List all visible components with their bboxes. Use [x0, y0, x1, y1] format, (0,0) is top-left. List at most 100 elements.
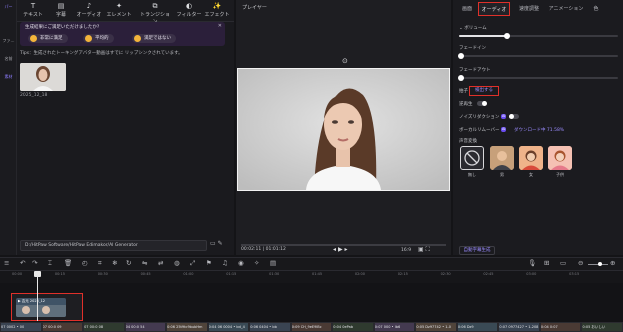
play-controls[interactable]: ◂ ▶ ▸ — [333, 246, 348, 253]
no-entry-icon — [464, 150, 480, 166]
time-display: 00:02:11 | 01:01:12 — [241, 247, 286, 252]
strip-clip[interactable]: 0:06 25t9tc9bubHm — [167, 323, 207, 331]
strip-clip[interactable]: 07 0002 • 00 — [1, 323, 41, 331]
voice-option-female[interactable] — [519, 146, 543, 170]
auto-caption-button[interactable]: 自動字幕生成 — [459, 246, 495, 255]
strip-clip[interactable]: 07 00:0 08 — [84, 323, 124, 331]
snap-icon[interactable]: ⊞ — [544, 259, 549, 267]
tab-speed[interactable]: 速度調整 — [514, 2, 544, 16]
tab-color[interactable]: 色 — [590, 2, 602, 16]
voice-name-child: 子供 — [556, 172, 564, 177]
portrait-video-image — [238, 69, 449, 190]
voice-option-male[interactable] — [490, 146, 514, 170]
mirror-icon[interactable]: ⇋ — [142, 259, 147, 267]
record-icon[interactable]: ◉ — [238, 259, 244, 267]
zoom-out-icon[interactable]: ⊖ — [578, 259, 583, 267]
zoom-slider[interactable] — [588, 262, 608, 266]
reverse-toggle[interactable] — [477, 101, 487, 106]
strip-clip[interactable]: 0:04 0:07 — [540, 323, 581, 331]
survey-not-satisfied-button[interactable]: 満足ではない — [132, 34, 176, 43]
music-icon: ♪ — [86, 2, 92, 10]
fade-out-knob[interactable] — [458, 75, 464, 81]
strip-clip[interactable]: 0:05 おいしい — [582, 323, 622, 331]
rotate-handle-icon[interactable]: ⊙ — [342, 57, 348, 65]
sidebar-item-top[interactable]: パー — [0, 4, 17, 10]
redo-icon[interactable]: ↷ — [32, 259, 37, 267]
fade-in-knob[interactable] — [458, 53, 464, 59]
snapshot-icon[interactable]: ▣ — [418, 246, 424, 253]
ai-tools-icon[interactable]: ✧ — [254, 259, 259, 267]
survey-very-satisfied-button[interactable]: 非常に満足 — [28, 34, 68, 43]
fade-out-slider[interactable] — [458, 75, 618, 81]
fit-icon[interactable]: ▭ — [560, 259, 566, 267]
media-date: 2025_12_18 — [20, 93, 48, 98]
emoji-icon — [85, 35, 92, 42]
subtitle-tool-icon[interactable]: ▤ — [270, 259, 276, 267]
speed-icon[interactable]: ◴ — [82, 259, 88, 267]
folder-icon[interactable]: ▭ — [210, 240, 216, 247]
strip-clip[interactable]: 07 00:0 09 — [42, 323, 83, 331]
voice-name-none: 無し — [468, 172, 476, 177]
media-thumbnail[interactable] — [20, 63, 66, 91]
crop-icon[interactable]: ⌗ — [98, 259, 102, 268]
tab-video[interactable]: 画面 — [457, 2, 477, 16]
split-icon[interactable]: ⌶ — [48, 259, 52, 268]
zoom-in-icon[interactable]: ⊕ — [610, 259, 615, 267]
volume-slider[interactable] — [459, 33, 618, 39]
beat-detect-button[interactable]: 検出する — [469, 86, 499, 96]
menu-icon[interactable]: ≡ — [4, 259, 9, 267]
transition-icon: ⧉ — [152, 2, 158, 10]
strip-clip[interactable]: 0:06 0404 • bb — [250, 323, 290, 331]
strip-clip[interactable]: 0:04 0ePab — [333, 323, 373, 331]
voice-name-male: 男 — [500, 172, 504, 177]
mask-icon[interactable]: ◍ — [174, 259, 180, 267]
ruler-tick: 03:00 — [526, 272, 537, 276]
fade-in-slider[interactable] — [458, 53, 618, 59]
playhead[interactable] — [34, 271, 41, 321]
video-frame[interactable] — [238, 69, 449, 190]
ruler-tick: 02:00 — [354, 272, 365, 276]
freeze-icon[interactable]: ❄ — [112, 259, 117, 267]
fullscreen-icon[interactable]: ⛶ — [426, 246, 430, 253]
reverse-label: 逆再生 — [459, 102, 473, 107]
output-path-field[interactable]: D:/HitPaw Software/HitPaw Edimakor/AI Ge… — [20, 240, 207, 251]
reverse-icon[interactable]: ⇄ — [158, 259, 163, 267]
marker-icon[interactable]: ⚑ — [206, 259, 212, 267]
strip-clip[interactable]: 0:07 000 • Ib6 — [374, 323, 415, 331]
close-icon[interactable]: ✕ — [218, 23, 222, 29]
noise-reduction-toggle[interactable] — [509, 114, 519, 119]
strip-clip[interactable]: 0:04 06 0004 • bd_4 — [208, 323, 249, 331]
tab-audio[interactable]: ♪ オーディオ — [75, 2, 103, 20]
tab-animation[interactable]: アニメーション — [548, 2, 584, 16]
tab-filter[interactable]: ◐ フィルター — [175, 2, 203, 20]
tab-effect[interactable]: ✨ エフェクト — [203, 2, 231, 20]
survey-average-button[interactable]: 平均的 — [83, 34, 114, 43]
detach-audio-icon[interactable]: ♫ — [222, 259, 228, 267]
strip-clip[interactable]: 0:09 CH_9eE9lBc — [291, 323, 332, 331]
total-time: 01:01:12 — [265, 247, 286, 252]
aspect-ratio-select[interactable]: 16:9 — [401, 248, 411, 253]
tab-text[interactable]: T テキスト — [19, 2, 47, 20]
strip-clip[interactable]: 0:07 0977427 • 1-208 — [499, 323, 539, 331]
undo-icon[interactable]: ↶ — [20, 259, 25, 267]
voice-option-child[interactable] — [548, 146, 572, 170]
tab-transition[interactable]: ⧉トランジション — [138, 2, 172, 25]
strip-clip[interactable]: 0:05 Dz97742 • 1-0 — [416, 323, 456, 331]
strip-clip[interactable]: 04 00:0 54 — [125, 323, 166, 331]
sidebar-item-file[interactable]: ファ… — [0, 38, 17, 44]
timeline-ruler[interactable]: 00:00 00:15 00:30 00:45 01:00 01:15 01:30 01:45… — [0, 271, 623, 283]
tab-element[interactable]: ✦ エレメント — [105, 2, 133, 20]
volume-knob[interactable] — [503, 33, 510, 39]
tab-subtitle[interactable]: ▤ 字幕 — [47, 2, 75, 20]
strip-clip[interactable]: 0:06 Dz9 — [457, 323, 498, 331]
sidebar-item-name[interactable]: 名前 — [0, 56, 17, 62]
microphone-icon[interactable]: 🎙 — [528, 259, 536, 267]
sidebar-item-media[interactable]: 素材 — [0, 74, 17, 80]
path-actions: ▭ ✎ — [210, 240, 223, 247]
edit-icon[interactable]: ✎ — [218, 240, 223, 247]
delete-icon[interactable]: 🗑 — [64, 259, 72, 267]
tab-audio-properties[interactable]: オーディオ — [478, 2, 510, 16]
voice-option-none[interactable] — [460, 146, 484, 170]
transform-icon[interactable]: ⤢ — [190, 259, 195, 268]
rotate-icon[interactable]: ↻ — [126, 259, 131, 267]
